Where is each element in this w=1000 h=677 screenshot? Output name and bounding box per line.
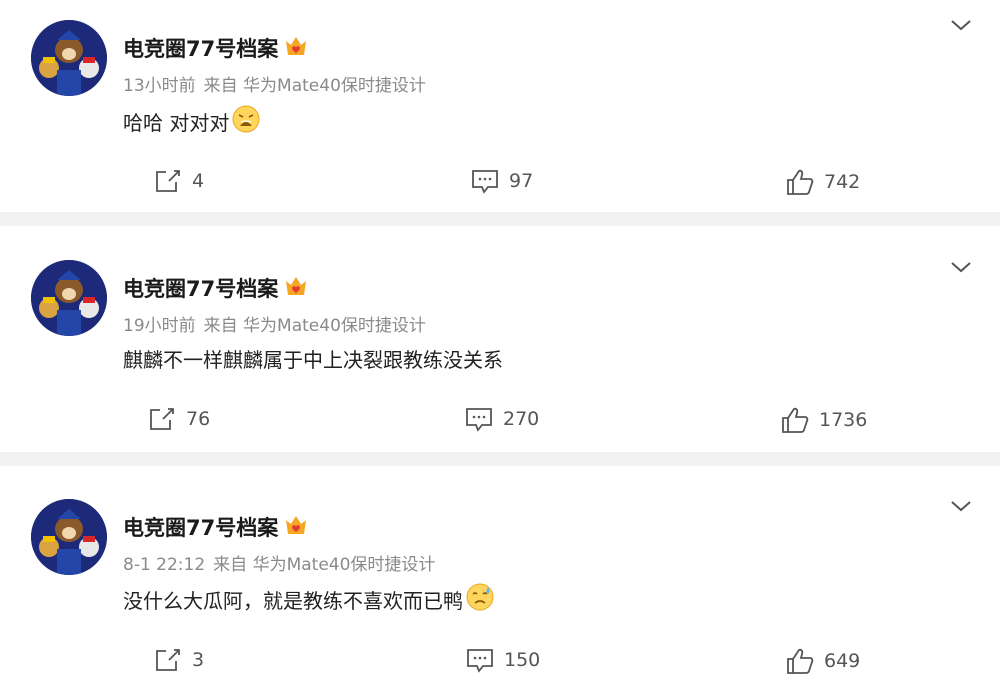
share-count: 3 xyxy=(192,649,205,671)
post-source: 来自 华为Mate40保时捷设计 xyxy=(203,316,426,336)
crown-heart-icon xyxy=(284,514,308,541)
post-meta: 19小时前 来自 华为Mate40保时捷设计 xyxy=(123,311,434,336)
post-content: 没什么大瓜阿，就是教练不喜欢而已鸭 xyxy=(123,582,495,617)
share-button[interactable]: 76 xyxy=(148,406,210,432)
share-button[interactable]: 4 xyxy=(154,168,204,194)
post-content: 麒麟不一样麒麟属于中上决裂跟教练没关系 xyxy=(123,344,503,373)
comment-icon xyxy=(467,649,493,673)
comment-button[interactable]: 270 xyxy=(465,406,539,432)
chevron-down-icon[interactable] xyxy=(950,499,972,513)
username-text[interactable]: 电竞圈77号档案 xyxy=(123,33,278,63)
post-content: 哈哈 对对对 xyxy=(123,104,261,139)
post-card: 电竞圈77号档案 19小时前 来自 华为Mate40保时捷设计 麒麟不一样麒麟属于… xyxy=(0,226,1000,452)
post-time: 8-1 22:12 xyxy=(123,555,206,575)
share-count: 4 xyxy=(192,170,205,192)
comment-count: 150 xyxy=(504,649,541,671)
post-meta: 13小时前 来自 华为Mate40保时捷设计 xyxy=(123,71,434,96)
like-count: 649 xyxy=(824,650,861,672)
thumbs-up-icon xyxy=(787,169,814,195)
avatar[interactable] xyxy=(31,499,107,575)
share-button[interactable]: 3 xyxy=(154,647,204,673)
username-text[interactable]: 电竞圈77号档案 xyxy=(123,512,278,542)
tired-face-emoji xyxy=(231,104,261,139)
post-text: 麒麟不一样麒麟属于中上决裂跟教练没关系 xyxy=(123,348,503,372)
post-time: 13小时前 xyxy=(123,76,196,96)
username[interactable]: 电竞圈77号档案 xyxy=(123,33,308,63)
comment-count: 97 xyxy=(509,170,534,192)
separator xyxy=(0,212,1000,226)
like-count: 1736 xyxy=(819,409,868,431)
like-button[interactable]: 742 xyxy=(786,168,860,196)
post-meta: 8-1 22:12 来自 华为Mate40保时捷设计 xyxy=(123,550,443,575)
share-icon xyxy=(156,170,180,192)
post-card: 电竞圈77号档案 8-1 22:12 来自 华为Mate40保时捷设计 没什么大瓜… xyxy=(0,466,1000,677)
comment-icon xyxy=(472,170,498,194)
chevron-down-icon[interactable] xyxy=(950,18,972,32)
share-icon xyxy=(150,408,174,430)
like-button[interactable]: 1736 xyxy=(781,406,867,434)
username[interactable]: 电竞圈77号档案 xyxy=(123,273,308,303)
avatar-image xyxy=(31,499,107,575)
share-count: 76 xyxy=(186,408,211,430)
separator xyxy=(0,452,1000,466)
thumbs-up-icon xyxy=(782,407,809,433)
comment-button[interactable]: 150 xyxy=(466,647,540,673)
post-text: 没什么大瓜阿，就是教练不喜欢而已鸭 xyxy=(123,589,463,613)
avatar-image xyxy=(31,20,107,96)
post-time: 19小时前 xyxy=(123,316,196,336)
post-source: 来自 华为Mate40保时捷设计 xyxy=(203,76,426,96)
chevron-down-icon[interactable] xyxy=(950,260,972,274)
avatar[interactable] xyxy=(31,260,107,336)
post-source: 来自 华为Mate40保时捷设计 xyxy=(213,555,436,575)
crown-heart-icon xyxy=(284,275,308,302)
comment-count: 270 xyxy=(503,408,540,430)
comment-button[interactable]: 97 xyxy=(471,168,533,194)
post-card: 电竞圈77号档案 13小时前 来自 华为Mate40保时捷设计 哈哈 对对对 4 … xyxy=(0,0,1000,212)
sad-sweat-emoji xyxy=(465,582,495,617)
like-count: 742 xyxy=(824,171,861,193)
thumbs-up-icon xyxy=(787,648,814,674)
username-text[interactable]: 电竞圈77号档案 xyxy=(123,273,278,303)
crown-heart-icon xyxy=(284,35,308,62)
comment-icon xyxy=(466,408,492,432)
username[interactable]: 电竞圈77号档案 xyxy=(123,512,308,542)
post-text: 哈哈 对对对 xyxy=(123,111,230,135)
share-icon xyxy=(156,649,180,671)
avatar[interactable] xyxy=(31,20,107,96)
like-button[interactable]: 649 xyxy=(786,647,860,675)
avatar-image xyxy=(31,260,107,336)
